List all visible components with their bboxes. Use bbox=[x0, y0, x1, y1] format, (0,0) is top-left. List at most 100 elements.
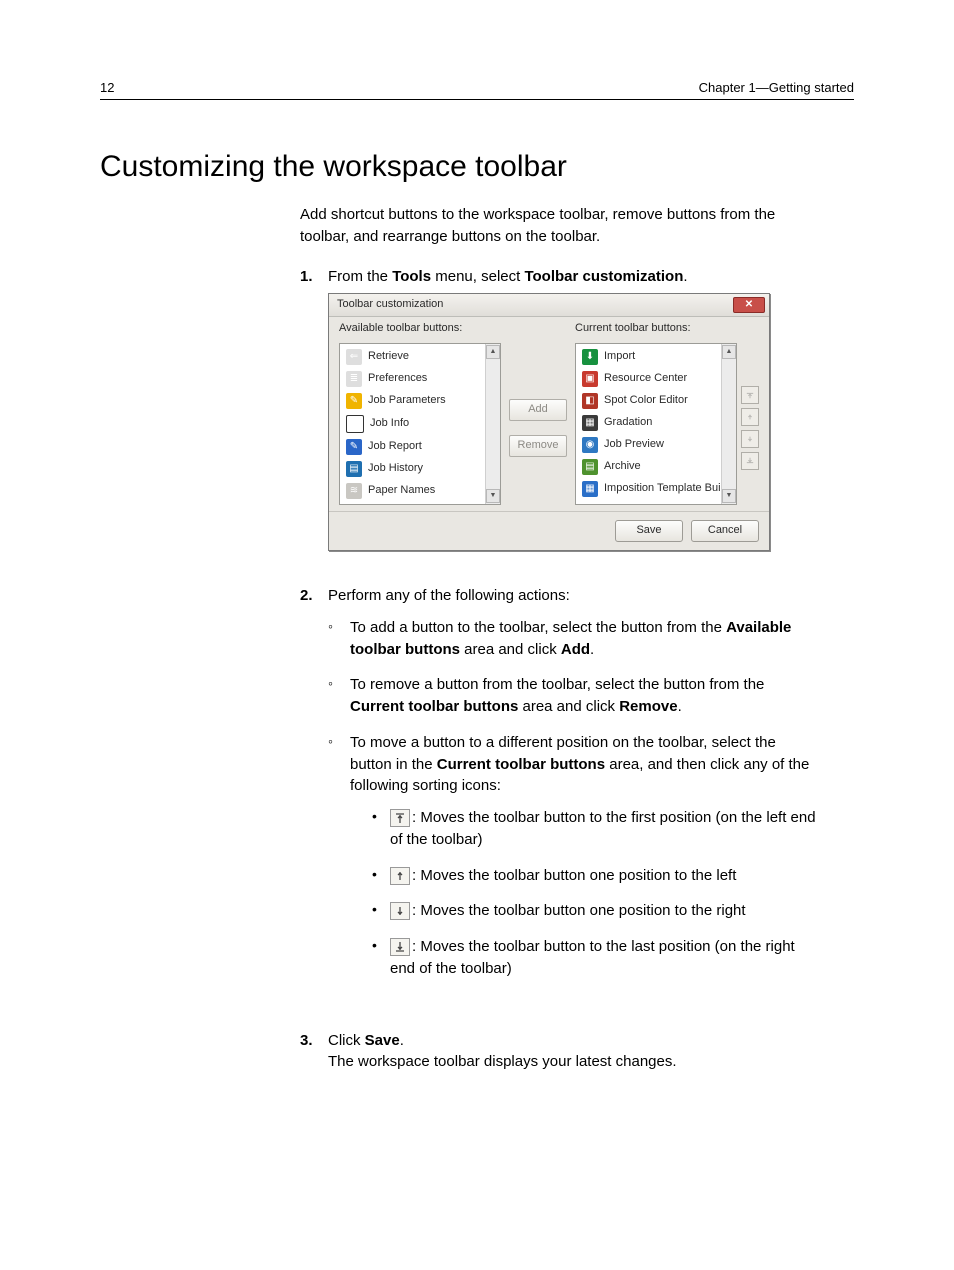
move-last-button[interactable] bbox=[741, 452, 759, 470]
available-listbox[interactable]: ⇐Retrieve≣Preferences✎Job ParametersiJob… bbox=[339, 343, 501, 505]
list-item[interactable]: ▦ Gradation bbox=[576, 412, 721, 434]
list-item[interactable]: ≋Paper Names bbox=[340, 480, 485, 502]
sort-last-desc: : Moves the toolbar button to the last p… bbox=[390, 936, 820, 980]
list-item-icon: ⬇ bbox=[582, 349, 598, 365]
list-item-label: Spot Color Editor bbox=[604, 393, 688, 409]
list-item-icon: ▦ bbox=[582, 481, 598, 497]
list-item-icon: ≣ bbox=[346, 371, 362, 387]
list-item-icon: ▦ bbox=[582, 415, 598, 431]
list-item-label: Imposition Template Builder bbox=[604, 481, 721, 497]
list-item-label: Job Preview bbox=[604, 437, 664, 453]
list-item[interactable]: i Job Info bbox=[340, 412, 485, 436]
list-item-icon: ✎ bbox=[346, 439, 362, 455]
s3-b1: Save bbox=[365, 1032, 400, 1049]
dialog-titlebar: Toolbar customization ✕ bbox=[329, 294, 769, 317]
list-item[interactable]: ⬇Import bbox=[576, 346, 721, 368]
list-item[interactable]: ▣ Resource Center bbox=[576, 368, 721, 390]
current-scrollbar[interactable]: ▲ ▼ bbox=[721, 344, 736, 504]
add-button[interactable]: Add bbox=[509, 399, 567, 421]
sort-first-desc: : Moves the toolbar button to the first … bbox=[390, 807, 820, 851]
list-item-icon: ✎ bbox=[346, 393, 362, 409]
s2a-post: . bbox=[590, 641, 594, 658]
s3-post: . bbox=[400, 1032, 404, 1049]
move-up-button[interactable] bbox=[741, 408, 759, 426]
step-1-bold2: Toolbar customization bbox=[524, 268, 683, 285]
list-item[interactable]: ✎ Job Report bbox=[340, 436, 485, 458]
s2b-pre: To remove a button from the toolbar, sel… bbox=[350, 676, 764, 693]
list-item-label: Gradation bbox=[604, 415, 652, 431]
move-down-button[interactable] bbox=[741, 430, 759, 448]
s2a-b2: Add bbox=[561, 641, 590, 658]
scroll-down-icon[interactable]: ▼ bbox=[722, 489, 736, 503]
list-item[interactable]: ◧ Spot Color Editor bbox=[576, 390, 721, 412]
list-item-label: Preferences bbox=[368, 371, 427, 387]
available-column: Available toolbar buttons: ⇐Retrieve≣Pre… bbox=[339, 321, 501, 505]
step-2-body: Perform any of the following actions: To… bbox=[328, 585, 820, 1008]
s2a-mid: area and click bbox=[460, 641, 561, 658]
scroll-up-icon[interactable]: ▲ bbox=[486, 345, 500, 359]
list-item[interactable]: ≣ Preferences bbox=[340, 368, 485, 390]
list-item[interactable]: ⇐Retrieve bbox=[340, 346, 485, 368]
close-icon[interactable]: ✕ bbox=[733, 297, 765, 313]
dialog-footer: Save Cancel bbox=[329, 511, 769, 550]
list-item-icon: ▤ bbox=[346, 461, 362, 477]
chapter-label: Chapter 1—Getting started bbox=[699, 80, 854, 95]
s2b-b2: Remove bbox=[619, 698, 677, 715]
sort-first-icon bbox=[390, 809, 410, 827]
s2b-post: . bbox=[678, 698, 682, 715]
toolbar-customization-dialog: Toolbar customization ✕ Available toolba… bbox=[328, 293, 770, 551]
list-item-label: Job Info bbox=[370, 416, 409, 432]
sort-last-text: : Moves the toolbar button to the last p… bbox=[390, 938, 795, 977]
step-3-number: 3. bbox=[300, 1030, 328, 1074]
remove-button[interactable]: Remove bbox=[509, 435, 567, 457]
step-1-body: From the Tools menu, select Toolbar cust… bbox=[328, 266, 820, 572]
list-item[interactable]: ◉ Job Preview bbox=[576, 434, 721, 456]
step-2b: To remove a button from the toolbar, sel… bbox=[350, 674, 820, 718]
list-item[interactable]: ✎ Job Parameters bbox=[340, 390, 485, 412]
s2c-b1: Current toolbar buttons bbox=[437, 756, 605, 773]
list-item-icon: ▤ bbox=[582, 459, 598, 475]
list-item-icon: ◧ bbox=[582, 393, 598, 409]
s2b-mid: area and click bbox=[518, 698, 619, 715]
page-title: Customizing the workspace toolbar bbox=[100, 150, 854, 184]
add-remove-column: Add Remove bbox=[509, 321, 567, 505]
sort-last-icon bbox=[390, 938, 410, 956]
list-item[interactable]: ▦ Imposition Template Builder bbox=[576, 478, 721, 500]
step-2c: To move a button to a different position… bbox=[350, 732, 820, 994]
list-item-icon: i bbox=[346, 415, 364, 433]
cancel-button[interactable]: Cancel bbox=[691, 520, 759, 542]
step-1-post: . bbox=[683, 268, 687, 285]
intro-text: Add shortcut buttons to the workspace to… bbox=[300, 204, 820, 248]
step-2-text: Perform any of the following actions: bbox=[328, 587, 570, 604]
s2a-pre: To add a button to the toolbar, select t… bbox=[350, 619, 726, 636]
list-item[interactable]: ▤ Job History bbox=[340, 458, 485, 480]
list-item-label: Archive bbox=[604, 459, 641, 475]
list-item-label: Paper Names bbox=[368, 483, 435, 499]
current-column: Current toolbar buttons: ⬇Import▣Resourc… bbox=[575, 321, 737, 505]
scroll-up-icon[interactable]: ▲ bbox=[722, 345, 736, 359]
list-item-label: Resource Center bbox=[604, 371, 687, 387]
list-item[interactable]: ▤ Archive bbox=[576, 456, 721, 478]
move-first-button[interactable] bbox=[741, 386, 759, 404]
list-item-icon: ▣ bbox=[582, 371, 598, 387]
step-1-pre: From the bbox=[328, 268, 392, 285]
save-button[interactable]: Save bbox=[615, 520, 683, 542]
sort-left-desc: : Moves the toolbar button one position … bbox=[390, 865, 820, 887]
sort-right-icon bbox=[390, 902, 410, 920]
s3-pre: Click bbox=[328, 1032, 365, 1049]
page-header: 12 Chapter 1—Getting started bbox=[100, 80, 854, 100]
step-2a: To add a button to the toolbar, select t… bbox=[350, 617, 820, 661]
list-item-label: Job History bbox=[368, 461, 423, 477]
available-scrollbar[interactable]: ▲ ▼ bbox=[485, 344, 500, 504]
list-item-label: Retrieve bbox=[368, 349, 409, 365]
dialog-title: Toolbar customization bbox=[337, 297, 443, 313]
sort-left-text: : Moves the toolbar button one position … bbox=[412, 867, 736, 884]
step-3-body: Click Save. The workspace toolbar displa… bbox=[328, 1030, 820, 1074]
current-listbox[interactable]: ⬇Import ▣ Resource Center ◧ Spot Color Edito… bbox=[575, 343, 737, 505]
list-item-label: Job Parameters bbox=[368, 393, 446, 409]
scroll-down-icon[interactable]: ▼ bbox=[486, 489, 500, 503]
step-1-bold1: Tools bbox=[392, 268, 431, 285]
list-item-label: Job Report bbox=[368, 439, 422, 455]
list-item-icon: ◉ bbox=[582, 437, 598, 453]
sort-left-icon bbox=[390, 867, 410, 885]
